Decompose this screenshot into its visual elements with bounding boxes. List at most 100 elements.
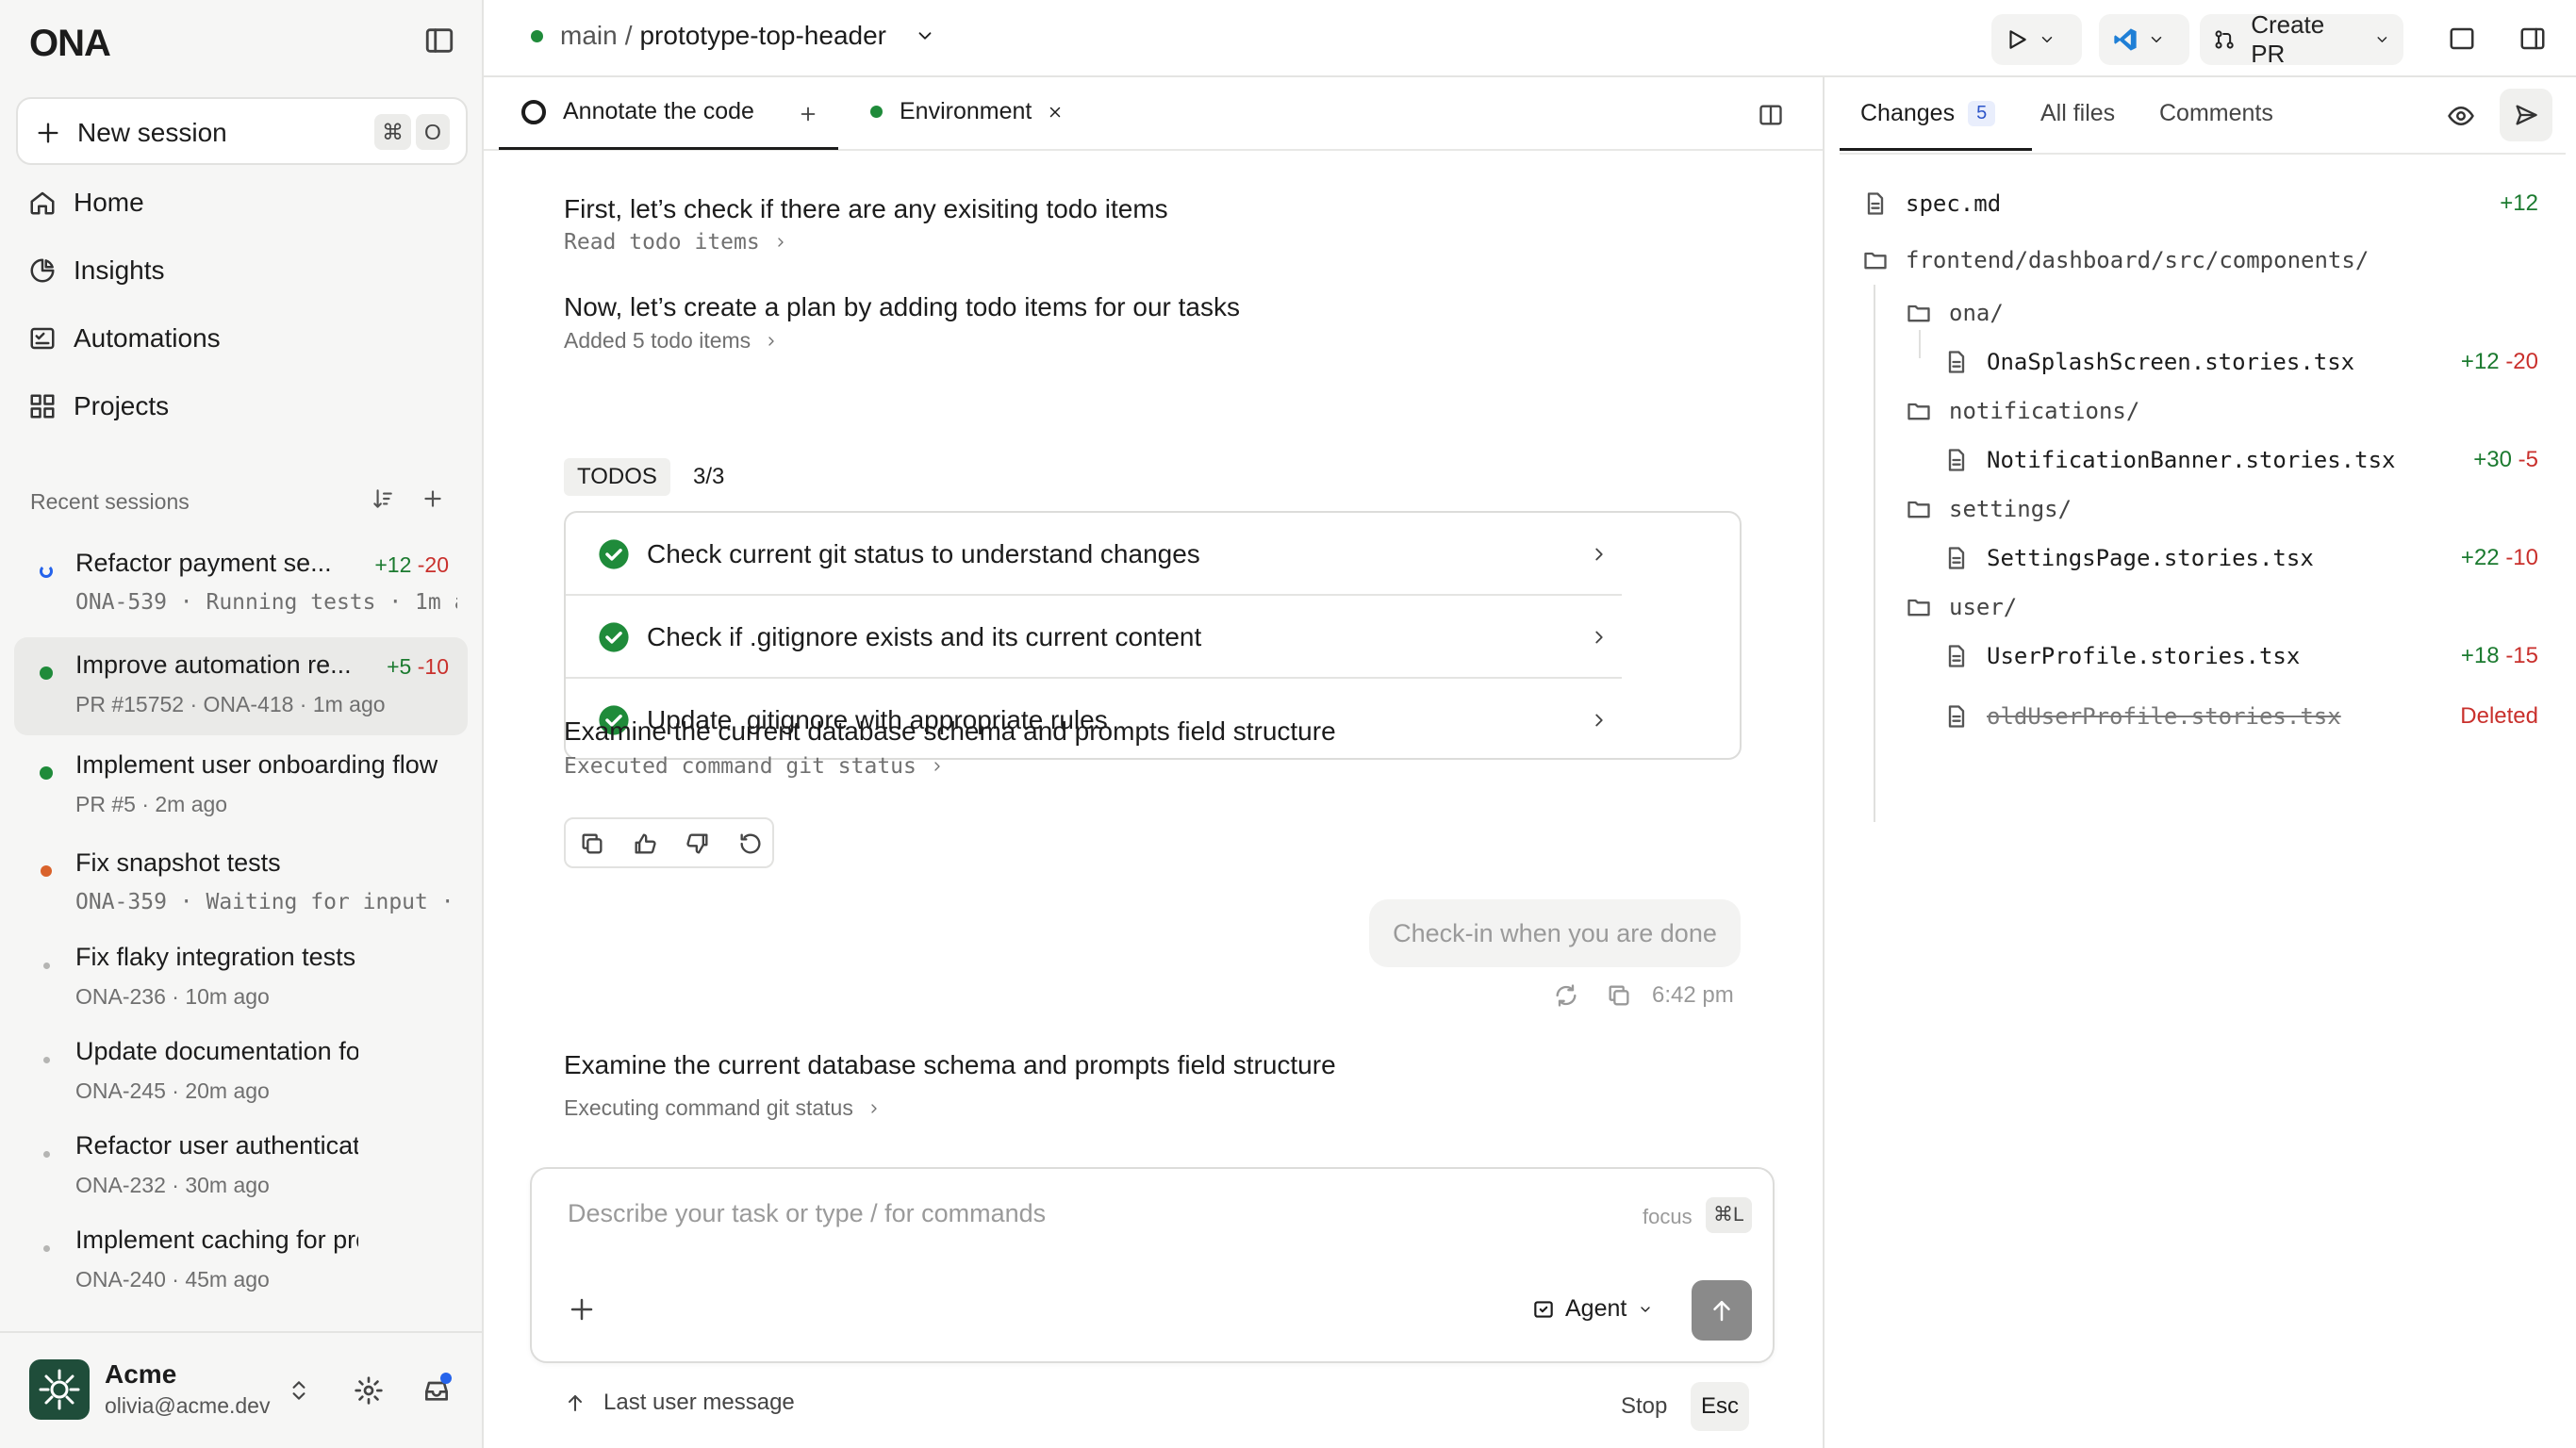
- session-item[interactable]: Fix snapshot tests ONA-359 · Waiting for…: [14, 835, 468, 933]
- tab-annotate[interactable]: Annotate the code: [521, 98, 754, 125]
- session-item[interactable]: Refactor user authenticatio... ONA-232 ·…: [14, 1118, 468, 1216]
- copy-icon[interactable]: [1606, 982, 1632, 1009]
- folder-row[interactable]: frontend/dashboard/src/components/: [1862, 236, 2369, 285]
- open-in-editor-button[interactable]: [2099, 14, 2189, 65]
- stop-button[interactable]: Stop: [1621, 1393, 1667, 1420]
- conversation-pane: Annotate the code Environment First, let…: [484, 77, 1823, 1448]
- tab-annotate-label: Annotate the code: [563, 98, 754, 124]
- chevron-right-icon: [934, 762, 940, 771]
- thumbs-up-icon[interactable]: [632, 831, 658, 857]
- session-item[interactable]: Refactor payment se... ONA-539 · Running…: [14, 535, 468, 634]
- session-subtitle: ONA-245 · 20m ago: [75, 1078, 270, 1103]
- create-pr-label: Create PR: [2251, 10, 2325, 68]
- chevron-down-icon: [918, 32, 932, 40]
- composer-input[interactable]: Describe your task or type / for command…: [568, 1199, 1046, 1228]
- tool-call-link[interactable]: Read todo items: [564, 230, 788, 255]
- tab-environment[interactable]: Environment: [870, 98, 1064, 125]
- account-name: Acme: [105, 1359, 177, 1389]
- focus-shortcut: ⌘L: [1706, 1197, 1752, 1233]
- tab-changes[interactable]: Changes 5: [1860, 100, 1996, 127]
- mode-selector[interactable]: Agent: [1531, 1295, 1653, 1323]
- account-footer: Acme olivia@acme.dev: [0, 1331, 482, 1448]
- session-subtitle: ONA-539 · Running tests · 1m a...: [75, 590, 457, 615]
- chevron-updown-icon[interactable]: [287, 1376, 311, 1405]
- file-row[interactable]: UserProfile.stories.tsx: [1943, 632, 2300, 681]
- gear-icon[interactable]: [354, 1375, 384, 1406]
- deleted-status: Deleted: [2460, 703, 2538, 729]
- split-view-icon[interactable]: [1758, 102, 1784, 128]
- last-user-message-link[interactable]: Last user message: [564, 1390, 795, 1416]
- right-panel-icon[interactable]: [2518, 25, 2547, 53]
- file-row[interactable]: OnaSplashScreen.stories.tsx: [1943, 337, 2354, 387]
- file-diff: +22 -10: [2460, 545, 2538, 570]
- send-review-button[interactable]: [2500, 89, 2552, 141]
- close-icon[interactable]: [1047, 104, 1064, 121]
- file-row[interactable]: SettingsPage.stories.tsx: [1943, 534, 2314, 583]
- mode-label: Agent: [1565, 1295, 1627, 1322]
- run-button[interactable]: [1991, 14, 2082, 65]
- session-item[interactable]: Implement user onboarding flow PR #5 · 2…: [14, 737, 468, 835]
- session-item[interactable]: Fix flaky integration tests ONA-236 · 10…: [14, 930, 468, 1028]
- session-title: Fix snapshot tests: [75, 848, 281, 877]
- tool-call-link[interactable]: Executing command git status: [564, 1095, 882, 1121]
- org-avatar[interactable]: [29, 1359, 90, 1420]
- thumbs-down-icon[interactable]: [685, 831, 711, 857]
- create-pr-button[interactable]: Create PR: [2200, 10, 2403, 68]
- add-session-icon[interactable]: [421, 486, 445, 511]
- new-session-label: New session: [77, 118, 227, 147]
- user-message: Check-in when you are done: [1369, 899, 1741, 967]
- session-subtitle: PR #5 · 2m ago: [75, 792, 228, 816]
- file-diff: +30 -5: [2473, 447, 2538, 472]
- esc-key[interactable]: Esc: [1691, 1382, 1749, 1431]
- add-tab-icon[interactable]: [798, 104, 818, 124]
- folder-row[interactable]: settings/: [1906, 485, 2072, 534]
- session-subtitle: ONA-232 · 30m ago: [75, 1173, 270, 1197]
- nav-projects[interactable]: Projects: [28, 381, 169, 432]
- session-title: Update documentation for...: [75, 1037, 358, 1065]
- session-tabs: Annotate the code Environment: [484, 77, 1823, 151]
- send-button[interactable]: [1692, 1280, 1752, 1341]
- idle-status-icon: [43, 1245, 50, 1252]
- chart-icon: [30, 258, 55, 283]
- todo-item[interactable]: Check if .gitignore exists and its curre…: [566, 596, 1622, 679]
- folder-row[interactable]: user/: [1906, 583, 2017, 632]
- tool-call-link[interactable]: Executed command git status: [564, 754, 945, 779]
- session-item[interactable]: Improve automation re... PR #15752 · ONA…: [14, 637, 468, 735]
- session-subtitle: ONA-240 · 45m ago: [75, 1267, 270, 1292]
- layout-panel-icon[interactable]: [2448, 25, 2476, 53]
- refresh-icon[interactable]: [1553, 982, 1579, 1009]
- check-circle-icon: [599, 622, 629, 652]
- todo-item[interactable]: Check current git status to understand c…: [566, 513, 1622, 596]
- folder-icon: [1907, 304, 1930, 322]
- chevron-down-icon: [2041, 37, 2053, 42]
- nav-automations[interactable]: Automations: [28, 313, 221, 364]
- tool-call-link[interactable]: Added 5 todo items: [564, 328, 779, 354]
- folder-row[interactable]: notifications/: [1906, 387, 2139, 436]
- sort-icon[interactable]: [371, 486, 395, 511]
- folder-icon: [1864, 252, 1887, 270]
- chevron-right-icon: [768, 336, 774, 346]
- copy-icon[interactable]: [579, 831, 605, 857]
- session-item[interactable]: Implement caching for pro... ONA-240 · 4…: [14, 1212, 468, 1310]
- new-session-button[interactable]: New session ⌘ O: [16, 97, 468, 165]
- folder-row[interactable]: ona/: [1906, 288, 2004, 337]
- deleted-file-row[interactable]: oldUserProfile.stories.tsx: [1943, 692, 2341, 741]
- eye-icon[interactable]: [2447, 102, 2475, 130]
- retry-icon[interactable]: [737, 831, 764, 857]
- arrow-up-icon: [1713, 1301, 1730, 1322]
- nav-insights[interactable]: Insights: [28, 245, 165, 296]
- file-row[interactable]: NotificationBanner.stories.tsx: [1943, 436, 2395, 485]
- tab-all-files[interactable]: All files: [2040, 100, 2115, 127]
- sidebar-toggle-icon[interactable]: [423, 25, 455, 57]
- file-row[interactable]: spec.md: [1862, 179, 2001, 228]
- divider: [1840, 153, 2566, 155]
- branch-selector[interactable]: main / prototype-top-header: [531, 21, 935, 51]
- attach-plus-icon[interactable]: [568, 1295, 596, 1324]
- file-icon: [1948, 449, 1965, 471]
- running-status-icon: [40, 565, 53, 578]
- file-icon: [1867, 192, 1884, 215]
- session-item[interactable]: Update documentation for... ONA-245 · 20…: [14, 1024, 468, 1122]
- tab-comments[interactable]: Comments: [2159, 100, 2273, 127]
- nav-home[interactable]: Home: [28, 177, 144, 228]
- environment-status-dot: [870, 106, 883, 118]
